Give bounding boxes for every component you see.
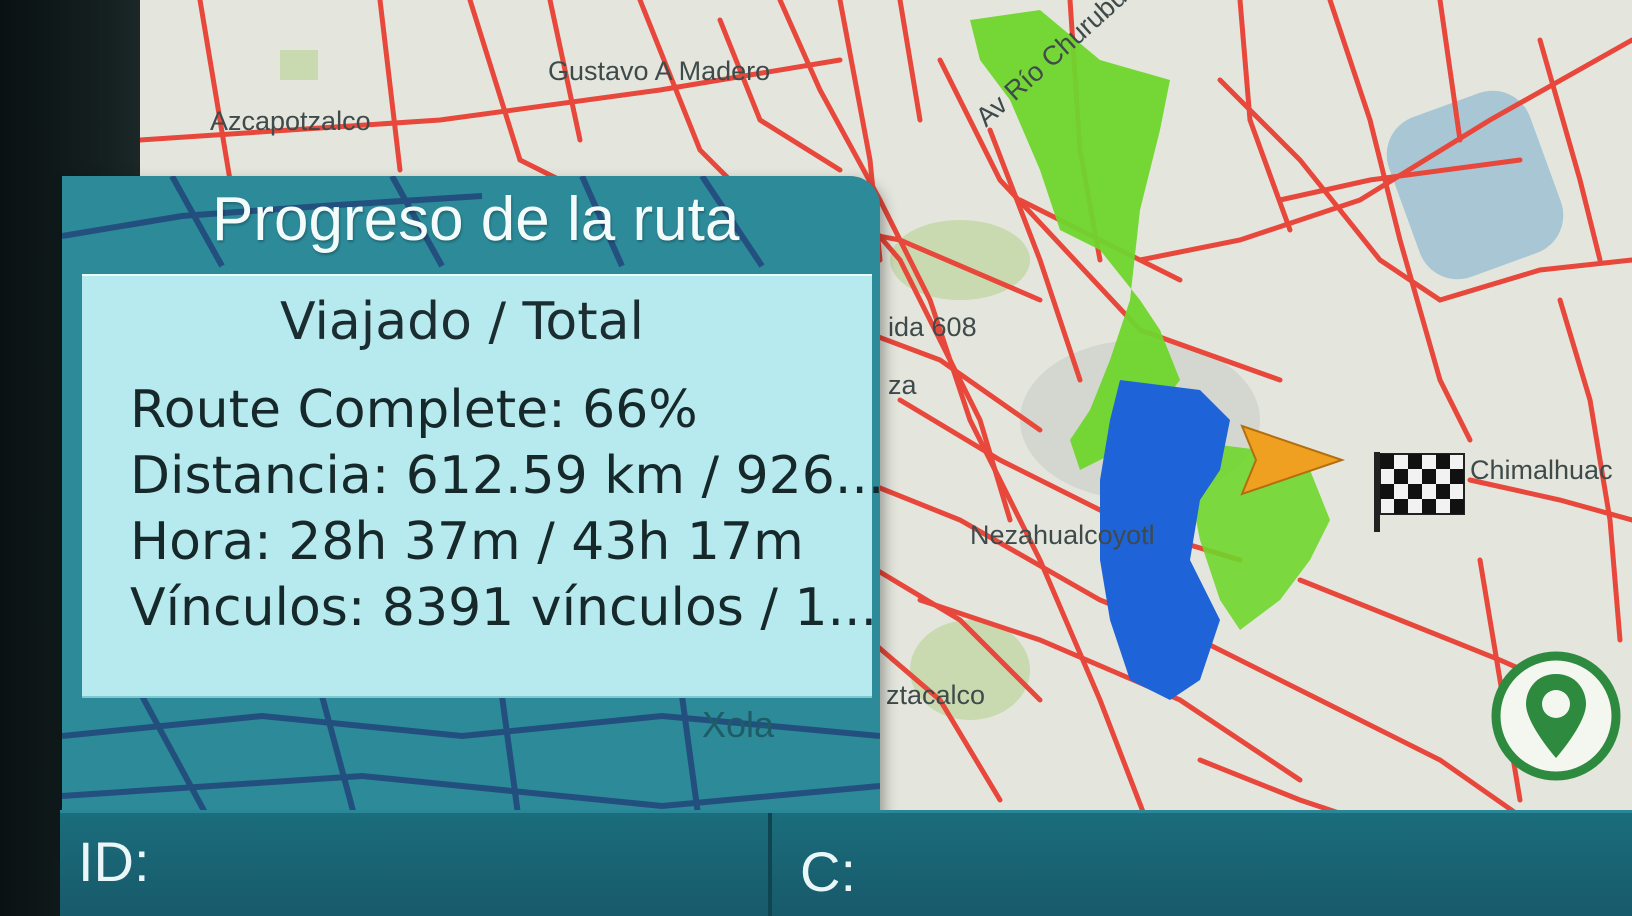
navigation-screen: Azcapotzalco Gustavo A Madero Av Río Chu… (0, 0, 1632, 916)
c-field-label: C: (800, 840, 856, 903)
map-label-za: za (888, 370, 917, 400)
id-field-label: ID: (78, 830, 150, 893)
panel-body: Viajado / Total Route Complete: 66% Dist… (82, 274, 880, 698)
status-divider (768, 813, 772, 916)
distance-text: Distancia: 612.59 km / 926... (130, 446, 880, 506)
map-label-nezahualcoyotl: Nezahualcoyotl (970, 520, 1155, 550)
time-text: Hora: 28h 37m / 43h 17m (130, 512, 804, 572)
panel-title: Progreso de la ruta (212, 185, 740, 254)
links-text: Vínculos: 8391 vínculos / 1... (130, 578, 878, 638)
map-label-avenida: ida 608 (888, 312, 977, 342)
map-label-iztacalco: ztacalco (886, 680, 986, 710)
map-label-chimalhuacan: Chimalhuac (1470, 455, 1613, 485)
park-area (280, 50, 318, 80)
map-label-xola: Xola (702, 704, 775, 745)
finish-flag-icon (1374, 452, 1465, 532)
vehicle-arrow-icon (1240, 424, 1346, 496)
map-label-gustavo-madero: Gustavo A Madero (548, 56, 771, 86)
panel-subtitle: Viajado / Total (280, 292, 644, 352)
location-pin-icon[interactable] (1490, 650, 1622, 782)
route-complete-text: Route Complete: 66% (130, 380, 698, 440)
route-progress-panel: Progreso de la ruta Viajado / Total Rout… (62, 176, 880, 844)
map-label-azcapotzalco: Azcapotzalco (210, 106, 371, 136)
status-bar: ID: C: (60, 810, 1632, 916)
